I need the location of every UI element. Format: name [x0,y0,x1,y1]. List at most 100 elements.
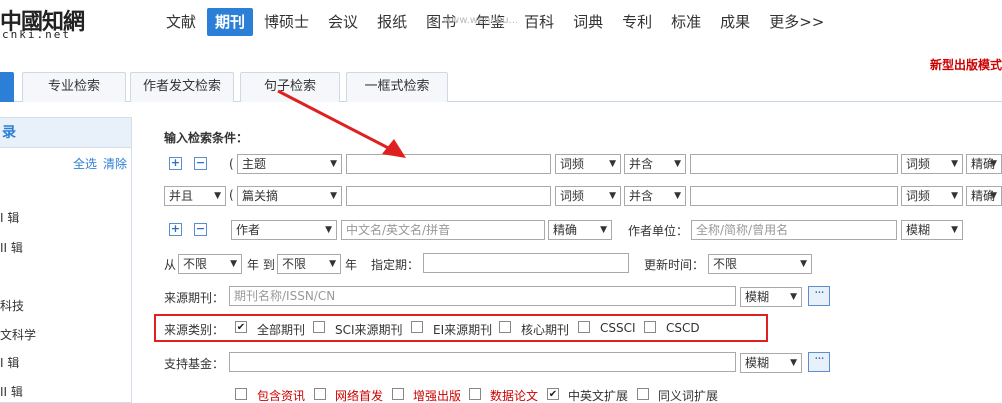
checkbox-label: 包含资讯 [257,389,306,403]
checkbox-label: 全部期刊 [257,323,306,337]
combine-select-1[interactable]: 并含 [624,154,686,174]
sidebar-actions: 全选 清除 [67,155,127,172]
checkbox-label: CSCD [666,321,700,335]
new-publishing-notice[interactable]: 新型出版模式 [930,56,1002,73]
checkbox-label: 数据论文 [490,389,539,403]
sidebar-item[interactable]: I 辑 [0,354,19,371]
freq-select-1a[interactable]: 词频 [555,154,621,174]
field-select-2[interactable]: 篇关摘 [237,186,342,206]
nav-item-literature[interactable]: 文献 [158,8,204,36]
remove-row-button[interactable]: − [194,157,207,170]
tab-author[interactable]: 作者发文检索 [130,72,234,102]
nav-item-patent[interactable]: 专利 [614,8,660,36]
search-form: 输入检索条件： + − ( 主题 词频 并含 词频 精确 并且 ( 篇关摘 词频… [152,117,1002,403]
fund-match-select[interactable]: 模糊 [740,353,802,373]
logo-subtitle: cnki.net [2,28,71,41]
author-unit-input[interactable]: 全称/简称/曾用名 [691,220,897,240]
checkbox-label: CSSCI [600,321,636,335]
checkbox-label: EI来源期刊 [433,323,493,337]
tab-single-box[interactable]: 一框式检索 [346,72,448,102]
tab-professional[interactable]: 专业检索 [22,72,126,102]
checkbox-label: 网络首发 [335,389,384,403]
author-match-select[interactable]: 精确 [548,220,612,240]
nav-item-more[interactable]: 更多>> [761,8,832,36]
match-select-2[interactable]: 精确 [966,186,1002,206]
checkbox-cssci[interactable] [578,321,590,333]
nav-item-thesis[interactable]: 博硕士 [256,8,317,36]
checkbox-label: SCI来源期刊 [335,323,403,337]
from-label: 从 [164,258,177,272]
nav-item-newspaper[interactable]: 报纸 [369,8,415,36]
checkbox-label: 同义词扩展 [658,389,719,403]
select-all-link[interactable]: 全选 [73,157,97,171]
fund-more-button[interactable]: ··· [808,352,830,372]
freq-select-2a[interactable]: 词频 [555,186,621,206]
sidebar-item[interactable]: II 辑 [0,239,23,256]
checkbox-all-journals[interactable] [235,321,247,333]
logic-select-2[interactable]: 并且 [164,186,226,206]
unit-match-select[interactable]: 模糊 [901,220,963,240]
checkbox-ei[interactable] [411,321,423,333]
nav-item-standard[interactable]: 标准 [663,8,709,36]
nav-item-conference[interactable]: 会议 [320,8,366,36]
checkbox-enhanced[interactable] [392,388,404,400]
checkbox-label: 增强出版 [413,389,462,403]
checkbox-cn-en-expand[interactable] [547,388,559,400]
year-to-label: 年 到 [247,258,275,272]
source-journal-match-select[interactable]: 模糊 [740,287,802,307]
field-select-1[interactable]: 主题 [237,154,342,174]
source-category-label: 来源类别： [164,323,225,337]
author-unit-label: 作者单位： [628,224,689,238]
freq-select-1b[interactable]: 词频 [901,154,963,174]
checkbox-synonym-expand[interactable] [637,388,649,400]
source-journal-input[interactable]: 期刊名称/ISSN/CN [229,286,736,306]
update-time-label: 更新时间： [644,258,705,272]
checkbox-sci[interactable] [313,321,325,333]
checkbox-core[interactable] [499,321,511,333]
watermark: www.wenchu... [443,15,519,26]
tab-sentence[interactable]: 句子检索 [240,72,340,102]
nav-item-dictionary[interactable]: 词典 [565,8,611,36]
year-from-select[interactable]: 不限 [178,254,242,274]
author-field-select[interactable]: 作者 [231,220,337,240]
sidebar-item[interactable]: II 辑 [0,383,23,400]
year-label: 年 [345,258,358,272]
checkbox-cscd[interactable] [644,321,656,333]
fund-label: 支持基金： [164,357,225,371]
sidebar-item[interactable]: 文科学 [0,326,36,343]
remove-author-button[interactable]: − [194,223,207,236]
paren-label: ( [229,157,234,171]
checkbox-data-paper[interactable] [469,388,481,400]
specify-issue-label: 指定期： [371,258,420,272]
keyword-input-1b[interactable] [690,154,898,174]
nav-item-achievement[interactable]: 成果 [712,8,758,36]
nav-item-journal[interactable]: 期刊 [207,8,254,36]
fund-input[interactable] [229,352,736,372]
freq-select-2b[interactable]: 词频 [901,186,963,206]
sidebar-item[interactable]: I 辑 [0,209,19,226]
top-navigation: 中國知網 cnki.net 文献 期刊 博硕士 会议 报纸 图书 年鉴 百科 词… [0,0,1002,44]
year-to-select[interactable]: 不限 [277,254,341,274]
add-author-button[interactable]: + [169,223,182,236]
sidebar-title: 录 [0,118,131,148]
search-tabs: 专业检索 作者发文检索 句子检索 一框式检索 [0,72,1002,102]
author-input[interactable]: 中文名/英文名/拼音 [341,220,545,240]
cnki-logo[interactable]: 中國知網 cnki.net [0,4,120,42]
match-select-1[interactable]: 精确 [966,154,1002,174]
combine-select-2[interactable]: 并含 [624,186,686,206]
source-journal-more-button[interactable]: ··· [808,286,830,306]
keyword-input-2[interactable] [346,186,551,206]
add-row-button[interactable]: + [169,157,182,170]
update-time-select[interactable]: 不限 [708,254,812,274]
clear-link[interactable]: 清除 [103,157,127,171]
tab-advanced[interactable] [0,72,14,102]
checkbox-label: 核心期刊 [521,323,570,337]
nav-item-encyclopedia[interactable]: 百科 [516,8,562,36]
keyword-input-1[interactable] [346,154,551,174]
specify-issue-input[interactable] [423,253,629,273]
keyword-input-2b[interactable] [690,186,898,206]
checkbox-online-first[interactable] [314,388,326,400]
checkbox-include-news[interactable] [235,388,247,400]
sidebar-item[interactable]: 科技 [0,297,24,314]
paren-label: ( [229,188,234,202]
